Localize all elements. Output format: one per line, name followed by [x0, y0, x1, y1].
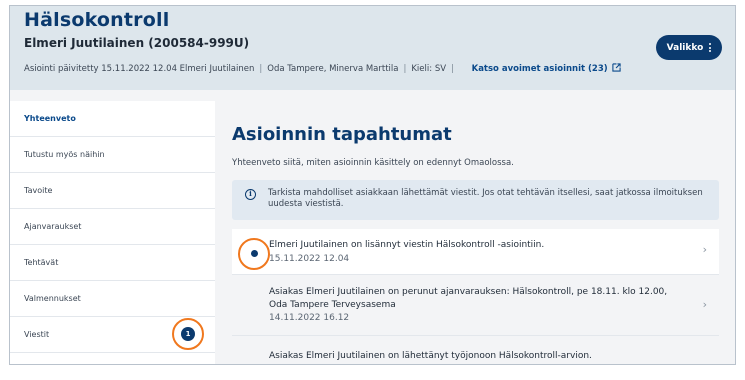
sidebar-item-label: Ajanvaraukset [24, 222, 82, 231]
event-date: 15.11.2022 12.04 [269, 254, 350, 264]
event-row[interactable]: Asiakas Elmeri Juutilainen on lähettänyt… [232, 338, 719, 364]
sidebar-item-label: Tutustu myös näihin [24, 150, 105, 159]
sidebar-item-tavoite[interactable]: Tavoite [10, 173, 215, 209]
highlight-ring [172, 318, 204, 350]
event-text: Asiakas Elmeri Juutilainen on lähettänyt… [269, 351, 592, 361]
sidebar-item-label: Viestit [24, 330, 50, 339]
sidebar-item-label: Tavoite [24, 186, 53, 195]
external-link-icon [612, 63, 621, 72]
sidebar: Yhteenveto Tutustu myös näihin Tavoite A… [10, 101, 215, 364]
open-cases-link[interactable]: Katso avoimet asioinnit (23) [471, 63, 621, 74]
open-cases-link-label: Katso avoimet asioinnit (23) [471, 64, 608, 74]
section-title: Asioinnin tapahtumat [232, 124, 452, 145]
separator: | [259, 64, 263, 74]
page-title: Hälsokontroll [24, 9, 170, 31]
menu-button[interactable]: Valikko [656, 35, 722, 60]
sidebar-item-viestit[interactable]: Viestit 1 [10, 317, 215, 353]
sidebar-item-label: Yhteenveto [24, 114, 76, 123]
info-text: Tarkista mahdolliset asiakkaan lähettämä… [268, 188, 703, 209]
event-row[interactable]: Asiakas Elmeri Juutilainen on perunut aj… [232, 276, 719, 336]
event-text: Elmeri Juutilainen on lisännyt viestin H… [269, 240, 545, 250]
sidebar-item-label: Valmennukset [24, 294, 81, 303]
meta-line: Asiointi päivitetty 15.11.2022 12.04 Elm… [24, 63, 621, 74]
sidebar-item-tutustu[interactable]: Tutustu myös näihin [10, 137, 215, 173]
updated-text: Asiointi päivitetty 15.11.2022 12.04 Elm… [24, 64, 255, 74]
info-notice: i Tarkista mahdolliset asiakkaan lähettä… [232, 180, 719, 220]
sidebar-item-label: Tehtävät [24, 258, 59, 267]
handlers-text: Oda Tampere, Minerva Marttila [267, 64, 399, 74]
event-text-line2: Oda Tampere Terveysasema [269, 300, 396, 310]
event-row[interactable]: Elmeri Juutilainen on lisännyt viestin H… [232, 229, 719, 275]
sidebar-item-ajanvaraukset[interactable]: Ajanvaraukset [10, 209, 215, 245]
sidebar-item-yhteenveto[interactable]: Yhteenveto [10, 101, 215, 137]
info-icon: i [245, 189, 256, 200]
separator: | [403, 64, 407, 74]
header: Hälsokontroll Elmeri Juutilainen (200584… [10, 6, 735, 90]
language-text: Kieli: SV [411, 64, 447, 74]
main-content: Asioinnin tapahtumat Yhteenveto siitä, m… [215, 90, 735, 364]
chevron-right-icon: › [702, 243, 707, 256]
patient-name: Elmeri Juutilainen (200584-999U) [24, 36, 250, 50]
app-window: Hälsokontroll Elmeri Juutilainen (200584… [9, 5, 736, 365]
menu-button-label: Valikko [666, 42, 704, 53]
more-vertical-icon [709, 43, 712, 52]
event-text-line1: Asiakas Elmeri Juutilainen on perunut aj… [269, 287, 668, 297]
separator: | [451, 64, 454, 74]
section-subtitle: Yhteenveto siitä, miten asioinnin käsitt… [232, 158, 514, 168]
highlight-ring [238, 238, 270, 270]
sidebar-item-tehtavat[interactable]: Tehtävät [10, 245, 215, 281]
event-date: 14.11.2022 16.12 [269, 313, 350, 323]
chevron-right-icon: › [702, 298, 707, 311]
sidebar-item-valmennukset[interactable]: Valmennukset [10, 281, 215, 317]
